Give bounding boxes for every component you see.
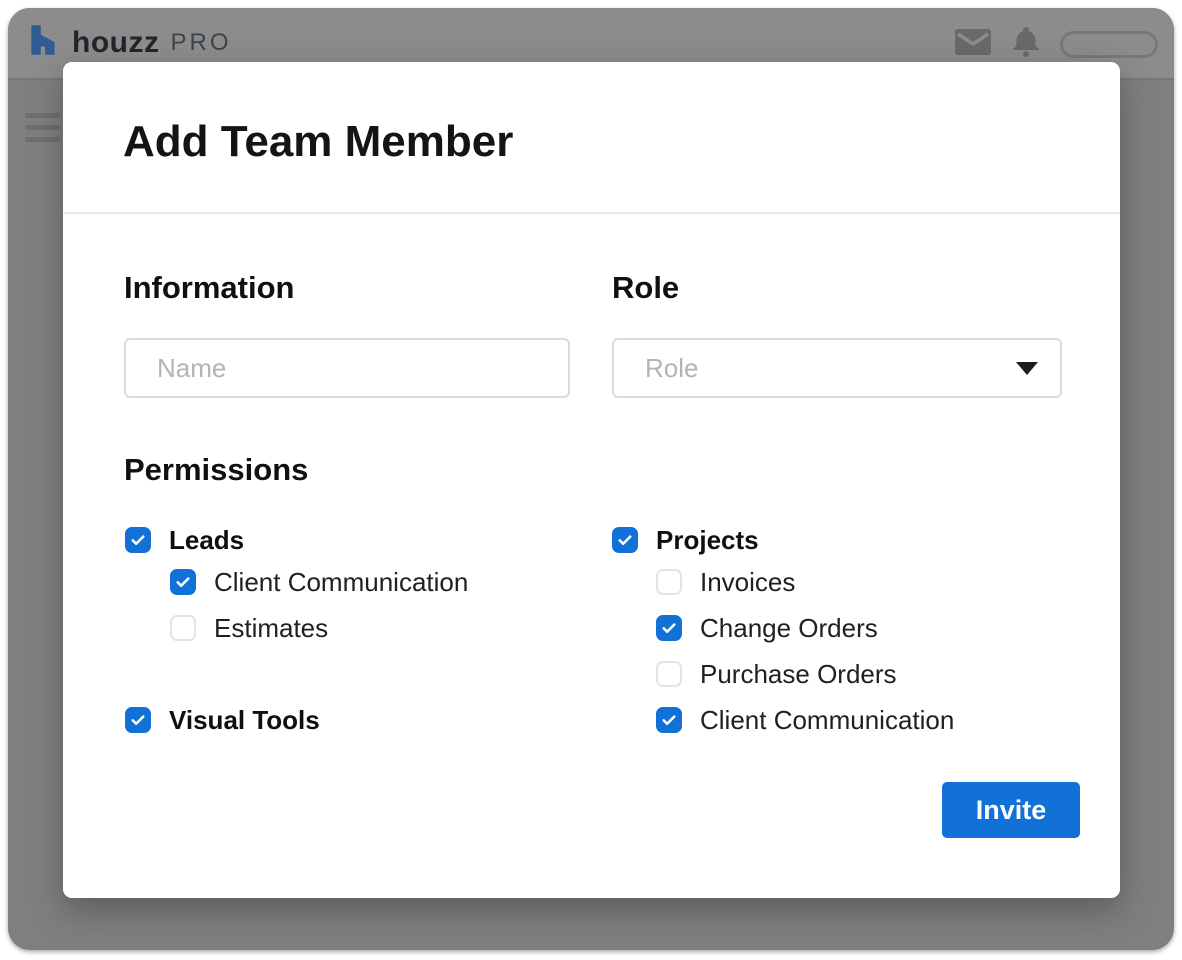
permission-row-projects: Projects [612, 527, 759, 553]
permission-label: Purchase Orders [700, 659, 897, 690]
houzz-pro-logo[interactable]: houzz PRO [25, 21, 232, 64]
checkbox-projects[interactable] [612, 527, 638, 553]
information-heading: Information [124, 270, 295, 306]
permissions-heading: Permissions [124, 452, 308, 488]
checkbox-purchase-orders[interactable] [656, 661, 682, 687]
permission-row-client-communication: Client Communication [170, 569, 468, 595]
role-heading: Role [612, 270, 679, 306]
permission-label: Client Communication [700, 705, 954, 736]
brand-name: houzz [72, 26, 159, 60]
permission-row-purchase-orders: Purchase Orders [656, 661, 897, 687]
role-select-placeholder: Role [645, 353, 1016, 384]
role-select[interactable]: Role [612, 338, 1062, 398]
checkbox-visual-tools[interactable] [125, 707, 151, 733]
permission-label: Projects [656, 525, 759, 556]
mail-icon[interactable] [954, 27, 992, 62]
permission-row-client-communication-projects: Client Communication [656, 707, 954, 733]
permission-label: Invoices [700, 567, 795, 598]
add-team-member-modal: Add Team Member Information Role Role Pe… [63, 62, 1120, 898]
permission-row-change-orders: Change Orders [656, 615, 878, 641]
permission-row-leads: Leads [125, 527, 244, 553]
checkbox-estimates[interactable] [170, 615, 196, 641]
caret-down-icon [1016, 362, 1038, 375]
checkbox-client-communication[interactable] [170, 569, 196, 595]
modal-title: Add Team Member [123, 117, 513, 167]
checkbox-change-orders[interactable] [656, 615, 682, 641]
modal-divider [63, 212, 1120, 214]
bell-icon[interactable] [1008, 24, 1044, 65]
brand-suffix: PRO [170, 29, 231, 57]
hamburger-icon[interactable] [25, 113, 60, 149]
permission-label: Estimates [214, 613, 328, 644]
permission-label: Change Orders [700, 613, 878, 644]
permission-label: Leads [169, 525, 244, 556]
name-input[interactable] [124, 338, 570, 398]
permission-row-estimates: Estimates [170, 615, 328, 641]
permission-row-visual-tools: Visual Tools [125, 707, 320, 733]
account-pill-button[interactable] [1060, 31, 1158, 58]
checkbox-invoices[interactable] [656, 569, 682, 595]
houzz-house-icon [25, 21, 63, 64]
checkbox-leads[interactable] [125, 527, 151, 553]
permission-label: Visual Tools [169, 705, 320, 736]
invite-button[interactable]: Invite [942, 782, 1080, 838]
checkbox-client-communication-projects[interactable] [656, 707, 682, 733]
permission-row-invoices: Invoices [656, 569, 795, 595]
permission-label: Client Communication [214, 567, 468, 598]
